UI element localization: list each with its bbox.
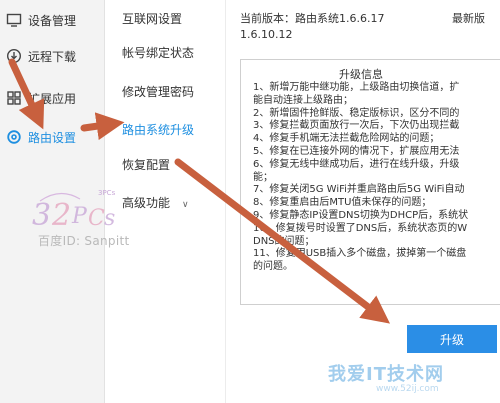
watermark-site-name: 我爱IT技术网	[328, 364, 444, 385]
upgrade-info-line: 1、新增万能中继功能，上级路由切换信道，扩	[253, 82, 460, 93]
svg-text:P: P	[71, 204, 88, 229]
nav-item-extensions[interactable]: 扩展应用	[0, 78, 105, 118]
nav-item-label: 设备管理	[28, 13, 77, 28]
upgrade-info-line: 5、修复在已连接外网的情况下，扩展应用无法	[253, 145, 460, 157]
watermark-logo: 3 2 P C s 3PCs	[30, 183, 140, 233]
monitor-icon	[6, 12, 22, 28]
svg-text:2: 2	[51, 198, 71, 233]
nav-item-device-management[interactable]: 设备管理	[0, 0, 105, 40]
upgrade-info-line: 2、新增固件抢鲜版、稳定版标识，区分不同的	[253, 107, 460, 119]
gear-icon	[6, 129, 22, 145]
upgrade-info-line: 6、修复无线中继成功后，进行在线升级，升级	[253, 158, 460, 170]
svg-text:s: s	[104, 206, 115, 231]
upgrade-info-line: 能自动连接上级路由；	[253, 94, 353, 106]
upgrade-info-line: 8、修复重启由后MTU值未保存的问题；	[253, 197, 432, 209]
submenu-label: 修改管理密码	[122, 85, 195, 99]
current-version: 当前版本：路由系统1.6.6.17	[240, 12, 385, 25]
upgrade-panel: 当前版本：路由系统1.6.6.17 最新版 1.6.10.12 升级信息 1、新…	[227, 0, 500, 403]
submenu-label: 帐号绑定状态	[122, 46, 195, 60]
submenu-internet-settings[interactable]: 互联网设置	[122, 10, 182, 27]
upgrade-button[interactable]: 升级	[407, 325, 497, 353]
nav-item-label: 路由设置	[28, 130, 77, 145]
nav-item-label: 扩展应用	[28, 91, 77, 106]
latest-version-label: 最新版	[452, 12, 485, 25]
submenu-account-binding[interactable]: 帐号绑定状态	[122, 44, 194, 61]
download-icon	[6, 48, 22, 64]
nav-item-router-settings[interactable]: 路由设置	[0, 117, 105, 157]
upgrade-info-title: 升级信息	[339, 68, 383, 81]
svg-text:C: C	[88, 206, 105, 231]
upgrade-info-line: 3、修复拦截页面放行一次后，下次仍出现拦截	[253, 120, 460, 132]
submenu-label: 互联网设置	[122, 12, 183, 26]
submenu-label: 路由系统升级	[122, 123, 195, 137]
submenu-label: 恢复配置	[122, 158, 171, 172]
upgrade-info-line: 10、修复拨号时设置了DNS后，系统状态页的W	[253, 222, 468, 234]
upgrade-info-line: 的问题。	[253, 261, 293, 273]
upgrade-info-text: 1、新增万能中继功能，上级路由切换信道，扩 能自动连接上级路由； 2、新增固件抢鲜版…	[253, 82, 500, 274]
upgrade-info-line: 4、修复手机端无法拦截危险网站的问题；	[253, 133, 440, 145]
upgrade-info-line: DNS的问题；	[253, 235, 315, 247]
upgrade-info-line: 7、修复关闭5G WiFi并重启路由后5G WiFi自动	[253, 184, 465, 196]
svg-text:3: 3	[32, 198, 51, 233]
latest-version-value: 1.6.10.12	[240, 28, 293, 41]
submenu-change-password[interactable]: 修改管理密码	[122, 83, 194, 100]
watermark-small: 3PCs	[98, 189, 116, 197]
watermark-site-url: www.52ij.com	[376, 384, 439, 394]
grid-icon	[6, 90, 22, 106]
chevron-down-icon: ∨	[182, 200, 189, 210]
upgrade-info-line: 能；	[253, 171, 273, 183]
watermark-baidu-id: 百度ID: Sanpitt	[38, 234, 130, 248]
nav-item-remote-download[interactable]: 远程下载	[0, 36, 105, 76]
upgrade-info-line: 11、修复用USB插入多个磁盘，拔掉第一个磁盘	[253, 248, 467, 260]
nav-item-label: 远程下载	[28, 49, 77, 64]
submenu-system-upgrade[interactable]: 路由系统升级	[122, 121, 194, 138]
upgrade-info-box[interactable]: 升级信息 1、新增万能中继功能，上级路由切换信道，扩 能自动连接上级路由； 2、新增…	[240, 59, 500, 305]
submenu-restore-config[interactable]: 恢复配置	[122, 156, 170, 173]
upgrade-info-line: 9、修复静态IP设置DNS切换为DHCP后，系统状	[253, 209, 469, 221]
